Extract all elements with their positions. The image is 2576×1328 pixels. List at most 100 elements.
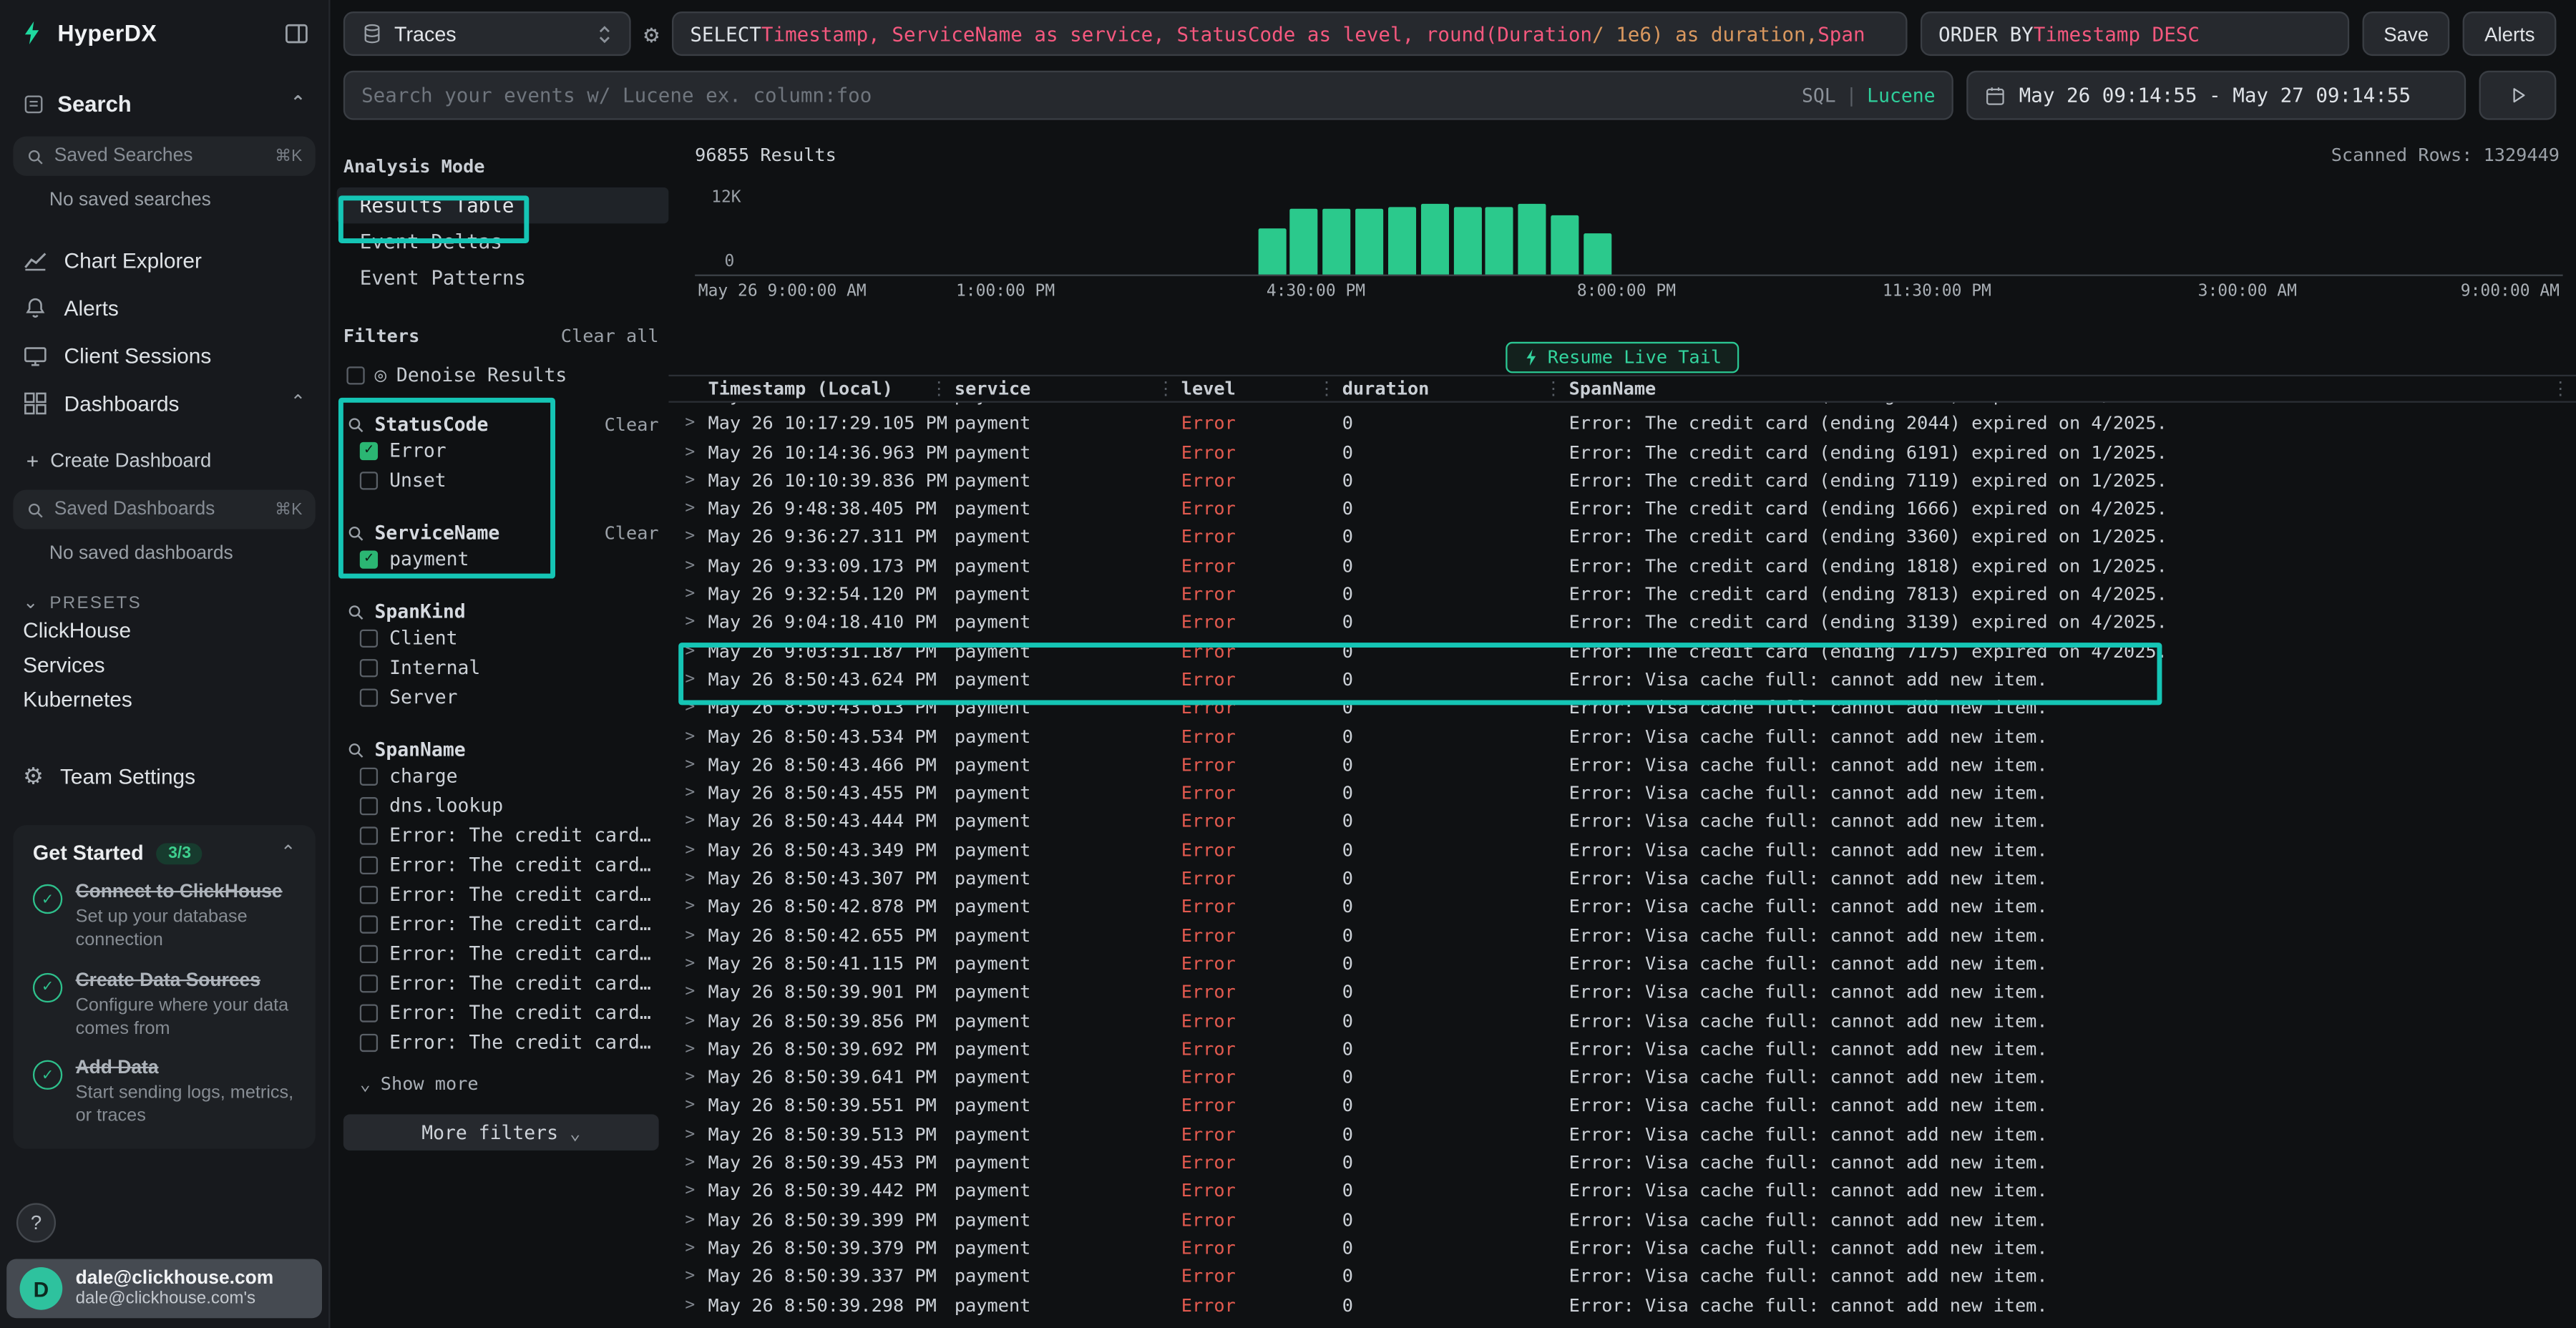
- alerts-button[interactable]: Alerts: [2463, 11, 2556, 56]
- table-row[interactable]: >May 26 8:50:43.349 PMpaymentError0Error…: [668, 836, 2576, 865]
- table-row[interactable]: >May 26 9:33:09.173 PMpaymentError0Error…: [668, 552, 2576, 580]
- preset-item-services[interactable]: Services: [0, 648, 328, 682]
- table-row[interactable]: >May 26 8:50:43.466 PMpaymentError0Error…: [668, 751, 2576, 779]
- filter-option[interactable]: Internal: [337, 653, 669, 682]
- expand-row-icon[interactable]: >: [685, 1092, 708, 1120]
- column-header-spanname[interactable]: SpanName: [1569, 378, 2576, 399]
- filter-option[interactable]: ✓Error: [337, 436, 669, 465]
- expand-row-icon[interactable]: >: [685, 1177, 708, 1206]
- table-row[interactable]: >May 26 8:50:43.534 PMpaymentError0Error…: [668, 723, 2576, 751]
- expand-row-icon[interactable]: >: [685, 836, 708, 865]
- histogram-bar[interactable]: [1388, 208, 1416, 274]
- filter-option[interactable]: Server: [337, 682, 669, 711]
- histogram-bar[interactable]: [1584, 233, 1611, 275]
- column-header-service[interactable]: service: [955, 378, 1181, 399]
- save-button[interactable]: Save: [2362, 11, 2450, 56]
- analysis-mode-results-table[interactable]: Results Table: [337, 187, 669, 224]
- filter-option[interactable]: ✓payment: [337, 544, 669, 573]
- table-row[interactable]: >May 26 8:50:39.399 PMpaymentError0Error…: [668, 1206, 2576, 1234]
- filter-option[interactable]: Unset: [337, 465, 669, 494]
- expand-row-icon[interactable]: >: [685, 864, 708, 893]
- get-started-item[interactable]: ✓Add DataStart sending logs, metrics, or…: [33, 1059, 296, 1129]
- saved-searches-input[interactable]: Saved Searches ⌘K: [13, 137, 315, 176]
- more-filters-button[interactable]: More filters: [343, 1114, 659, 1151]
- filter-option[interactable]: Error: The credit card …: [337, 968, 669, 997]
- table-row[interactable]: >May 26 8:50:39.379 PMpaymentError0Error…: [668, 1234, 2576, 1263]
- filter-option[interactable]: Client: [337, 623, 669, 653]
- sql-select-input[interactable]: SELECT Timestamp, ServiceName as service…: [672, 11, 1907, 56]
- expand-row-icon[interactable]: >: [685, 893, 708, 922]
- get-started-header[interactable]: Get Started 3/3: [33, 841, 296, 864]
- expand-row-icon[interactable]: >: [685, 922, 708, 950]
- filter-option[interactable]: Error: The credit card …: [337, 820, 669, 849]
- histogram-bar[interactable]: [1485, 208, 1513, 274]
- histogram-bar[interactable]: [1258, 228, 1286, 275]
- table-row[interactable]: >May 26 8:50:43.444 PMpaymentError0Error…: [668, 808, 2576, 836]
- expand-row-icon[interactable]: >: [685, 1206, 708, 1234]
- expand-row-icon[interactable]: >: [685, 1063, 708, 1092]
- table-row[interactable]: >May 26 10:17:29.105 PMpaymentError0Erro…: [668, 410, 2576, 439]
- lucene-mode-toggle[interactable]: Lucene: [1867, 84, 1935, 107]
- column-header-duration[interactable]: duration: [1342, 378, 1569, 399]
- table-row[interactable]: >May 26 9:04:18.410 PMpaymentError0Error…: [668, 609, 2576, 638]
- expand-row-icon[interactable]: >: [685, 410, 708, 439]
- table-row[interactable]: >May 26 8:50:42.878 PMpaymentError0Error…: [668, 893, 2576, 922]
- expand-row-icon[interactable]: >: [685, 580, 708, 609]
- table-row[interactable]: >May 26 8:50:43.613 PMpaymentError0Error…: [668, 694, 2576, 723]
- sql-mode-toggle[interactable]: SQL: [1802, 84, 1836, 107]
- expand-row-icon[interactable]: >: [685, 1263, 708, 1292]
- table-row[interactable]: >May 26 8:50:43.307 PMpaymentError0Error…: [668, 864, 2576, 893]
- sidebar-item-alerts[interactable]: Alerts: [0, 284, 328, 332]
- expand-row-icon[interactable]: >: [685, 694, 708, 723]
- histogram-bar[interactable]: [1355, 209, 1383, 275]
- histogram-bar[interactable]: [1518, 204, 1546, 275]
- filter-option[interactable]: Error: The credit card …: [337, 939, 669, 968]
- expand-row-icon[interactable]: >: [685, 438, 708, 467]
- histogram-bar[interactable]: [1420, 204, 1448, 275]
- expand-row-icon[interactable]: >: [685, 808, 708, 836]
- table-row[interactable]: >May 26 8:50:42.655 PMpaymentError0Error…: [668, 922, 2576, 950]
- preset-item-kubernetes[interactable]: Kubernetes: [0, 682, 328, 716]
- table-row[interactable]: >May 26 8:50:39.551 PMpaymentError0Error…: [668, 1092, 2576, 1120]
- table-row[interactable]: >May 26 8:50:39.298 PMpaymentError0Error…: [668, 1291, 2576, 1319]
- expand-row-icon[interactable]: >: [685, 1035, 708, 1064]
- expand-row-icon[interactable]: >: [685, 950, 708, 979]
- expand-row-icon[interactable]: >: [685, 637, 708, 665]
- expand-row-icon[interactable]: >: [685, 665, 708, 694]
- table-row[interactable]: >May 26 9:48:38.405 PMpaymentError0Error…: [668, 495, 2576, 524]
- table-row[interactable]: >May 26 8:50:39.453 PMpaymentError0Error…: [668, 1149, 2576, 1178]
- expand-row-icon[interactable]: >: [685, 723, 708, 751]
- expand-row-icon[interactable]: >: [685, 1007, 708, 1035]
- run-query-button[interactable]: [2479, 71, 2557, 120]
- show-more-button[interactable]: Show more: [360, 1073, 669, 1095]
- sidebar-item-dashboards[interactable]: Dashboards: [0, 380, 328, 428]
- sidebar-item-client-sessions[interactable]: Client Sessions: [0, 332, 328, 380]
- lucene-search-input[interactable]: Search your events w/ Lucene ex. column:…: [343, 71, 1953, 120]
- table-row[interactable]: >May 26 9:36:27.311 PMpaymentError0Error…: [668, 524, 2576, 552]
- expand-row-icon[interactable]: >: [685, 751, 708, 779]
- table-row[interactable]: >May 26 10:10:39.836 PMpaymentError0Erro…: [668, 467, 2576, 495]
- create-dashboard-button[interactable]: Create Dashboard: [0, 441, 328, 480]
- search-section-toggle[interactable]: Search: [0, 66, 328, 127]
- table-row[interactable]: >May 26 8:50:39.337 PMpaymentError0Error…: [668, 1263, 2576, 1292]
- filter-option[interactable]: Error: The credit card …: [337, 909, 669, 938]
- expand-row-icon[interactable]: >: [685, 1120, 708, 1149]
- filter-option[interactable]: Error: The credit card …: [337, 879, 669, 909]
- filter-option[interactable]: dns.lookup: [337, 791, 669, 820]
- analysis-mode-event-deltas[interactable]: Event Deltas: [337, 223, 669, 260]
- resume-live-tail-button[interactable]: Resume Live Tail: [1505, 342, 1740, 374]
- filter-option[interactable]: Error: The credit card …: [337, 1027, 669, 1057]
- source-settings-gear-icon[interactable]: ⚙: [644, 19, 659, 48]
- filter-clear-button[interactable]: Clear: [605, 522, 659, 543]
- table-row[interactable]: >May 26 8:50:39.901 PMpaymentError0Error…: [668, 978, 2576, 1007]
- column-header-timestamp-local-[interactable]: Timestamp (Local): [708, 378, 955, 399]
- table-row[interactable]: >May 26 9:03:31.187 PMpaymentError0Error…: [668, 637, 2576, 665]
- table-row[interactable]: >May 26 10:19:03.412 PMpaymentError0Erro…: [668, 403, 2576, 410]
- date-range-picker[interactable]: May 26 09:14:55 - May 27 09:14:55: [1966, 71, 2466, 120]
- order-by-input[interactable]: ORDER BY Timestamp DESC: [1921, 11, 2349, 56]
- preset-item-clickhouse[interactable]: ClickHouse: [0, 613, 328, 648]
- expand-row-icon[interactable]: >: [685, 552, 708, 580]
- table-row[interactable]: >May 26 8:50:39.641 PMpaymentError0Error…: [668, 1063, 2576, 1092]
- filter-clear-button[interactable]: Clear: [605, 414, 659, 435]
- clear-all-button[interactable]: Clear all: [561, 326, 659, 347]
